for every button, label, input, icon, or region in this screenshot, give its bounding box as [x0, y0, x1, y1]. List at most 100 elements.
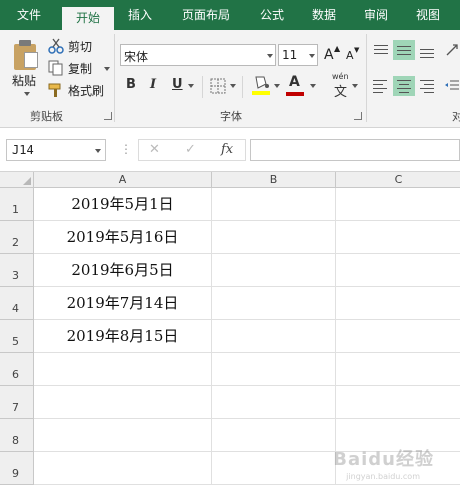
insert-function-icon[interactable]: fx — [221, 142, 233, 157]
cell-a8[interactable] — [34, 419, 212, 452]
cell-b9[interactable] — [212, 452, 336, 485]
underline-button[interactable]: U — [172, 77, 183, 92]
font-color-dropdown-icon[interactable] — [310, 84, 316, 88]
font-name-select[interactable]: 宋体 — [120, 44, 276, 66]
row-number: 7 — [12, 401, 19, 414]
cell-a6[interactable] — [34, 353, 212, 386]
cell-a7[interactable] — [34, 386, 212, 419]
tab-insert[interactable]: 插入 — [118, 0, 162, 30]
cell-b1[interactable] — [212, 188, 336, 221]
paste-dropdown-icon — [24, 92, 30, 96]
chevron-down-icon — [309, 54, 315, 58]
row-header[interactable]: 2 — [0, 221, 34, 254]
column-header-c[interactable]: C — [336, 172, 460, 188]
grow-font-button[interactable]: A ▲ — [322, 44, 340, 66]
cut-button[interactable]: 剪切 — [48, 38, 104, 56]
font-size-select[interactable]: 11 — [278, 44, 318, 66]
clipboard-group-label: 剪贴板 — [30, 110, 63, 123]
cell-b8[interactable] — [212, 419, 336, 452]
cell-c2[interactable] — [336, 221, 460, 254]
row-header[interactable]: 7 — [0, 386, 34, 419]
row-header[interactable]: 5 — [0, 320, 34, 353]
cell-b6[interactable] — [212, 353, 336, 386]
orientation-icon[interactable] — [444, 42, 460, 58]
paste-button[interactable]: 粘贴 — [6, 36, 42, 96]
cut-label: 剪切 — [68, 40, 93, 54]
font-color-button[interactable]: A — [286, 74, 304, 98]
cell-a5[interactable]: 2019年8月15日 — [34, 320, 212, 353]
tab-review[interactable]: 审阅 — [354, 0, 398, 30]
fill-color-icon[interactable] — [252, 74, 270, 96]
format-painter-button[interactable]: 格式刷 — [48, 82, 112, 100]
cell-c3[interactable] — [336, 254, 460, 287]
phonetic-dropdown-icon — [352, 84, 358, 88]
formula-input[interactable] — [250, 139, 460, 161]
font-launcher-icon[interactable] — [354, 112, 362, 120]
row-header[interactable]: 4 — [0, 287, 34, 320]
align-middle-button[interactable] — [393, 40, 415, 60]
clipboard-launcher-icon[interactable] — [104, 112, 112, 120]
phonetic-label: 文 — [334, 85, 348, 100]
row-header[interactable]: 1 — [0, 188, 34, 221]
column-header-b[interactable]: B — [212, 172, 336, 188]
row-number: 3 — [12, 269, 19, 282]
cell-c7[interactable] — [336, 386, 460, 419]
borders-dropdown-icon[interactable] — [230, 84, 236, 88]
cell-b7[interactable] — [212, 386, 336, 419]
bold-button[interactable]: B — [126, 77, 136, 92]
phonetic-button[interactable]: wén 文 — [328, 72, 358, 100]
select-all-button[interactable] — [0, 172, 34, 188]
tab-view[interactable]: 视图 — [406, 0, 450, 30]
italic-button[interactable]: I — [150, 77, 156, 92]
align-bottom-button[interactable] — [416, 40, 438, 60]
row-header[interactable]: 8 — [0, 419, 34, 452]
cell-b4[interactable] — [212, 287, 336, 320]
font-size-value: 11 — [282, 48, 298, 62]
underline-dropdown-icon[interactable] — [188, 84, 194, 88]
align-left-button[interactable] — [370, 76, 392, 96]
enter-icon[interactable]: ✓ — [185, 142, 196, 157]
formula-buttons: ✕ ✓ fx — [138, 139, 246, 161]
cell-a9[interactable] — [34, 452, 212, 485]
tab-home[interactable]: 开始 — [62, 7, 114, 31]
align-right-button[interactable] — [416, 76, 438, 96]
copy-button[interactable]: 复制 — [48, 60, 112, 78]
cell-b2[interactable] — [212, 221, 336, 254]
cell-b3[interactable] — [212, 254, 336, 287]
cancel-icon[interactable]: ✕ — [149, 142, 160, 157]
tab-formulas[interactable]: 公式 — [250, 0, 294, 30]
row-header[interactable]: 3 — [0, 254, 34, 287]
worksheet-grid: A B C 1 2019年5月1日 2 2019年5月16日 3 2019年6月… — [0, 172, 460, 485]
cell-c4[interactable] — [336, 287, 460, 320]
font-color-label: A — [289, 74, 300, 90]
baidu-watermark-url: jingyan.baidu.com — [346, 472, 420, 481]
tab-data[interactable]: 数据 — [302, 0, 346, 30]
align-top-button[interactable] — [370, 40, 392, 60]
decrease-indent-icon[interactable] — [444, 78, 460, 94]
cell-a2[interactable]: 2019年5月16日 — [34, 221, 212, 254]
align-center-button[interactable] — [393, 76, 415, 96]
format-painter-icon — [48, 83, 61, 97]
tab-file[interactable]: 文件 — [0, 0, 58, 30]
cell-c5[interactable] — [336, 320, 460, 353]
column-header-a[interactable]: A — [34, 172, 212, 188]
row-header[interactable]: 6 — [0, 353, 34, 386]
name-box[interactable]: J14 — [6, 139, 106, 161]
cell-a1[interactable]: 2019年5月1日 — [34, 188, 212, 221]
shrink-font-button[interactable]: A ▼ — [344, 44, 362, 66]
phonetic-top-label: wén — [332, 72, 349, 81]
cell-a4[interactable]: 2019年7月14日 — [34, 287, 212, 320]
fill-color-dropdown-icon[interactable] — [274, 84, 280, 88]
borders-icon[interactable] — [210, 78, 226, 94]
copy-dropdown-icon — [104, 67, 110, 71]
more-options-icon[interactable]: ⋮ — [120, 142, 132, 156]
cell-c1[interactable] — [336, 188, 460, 221]
row-header[interactable]: 9 — [0, 452, 34, 485]
cell-a3[interactable]: 2019年6月5日 — [34, 254, 212, 287]
cell-b5[interactable] — [212, 320, 336, 353]
font-group-label: 字体 — [220, 110, 242, 123]
cell-c6[interactable] — [336, 353, 460, 386]
group-divider — [366, 34, 367, 122]
tab-page-layout[interactable]: 页面布局 — [170, 0, 242, 30]
row-number: 8 — [12, 434, 19, 447]
